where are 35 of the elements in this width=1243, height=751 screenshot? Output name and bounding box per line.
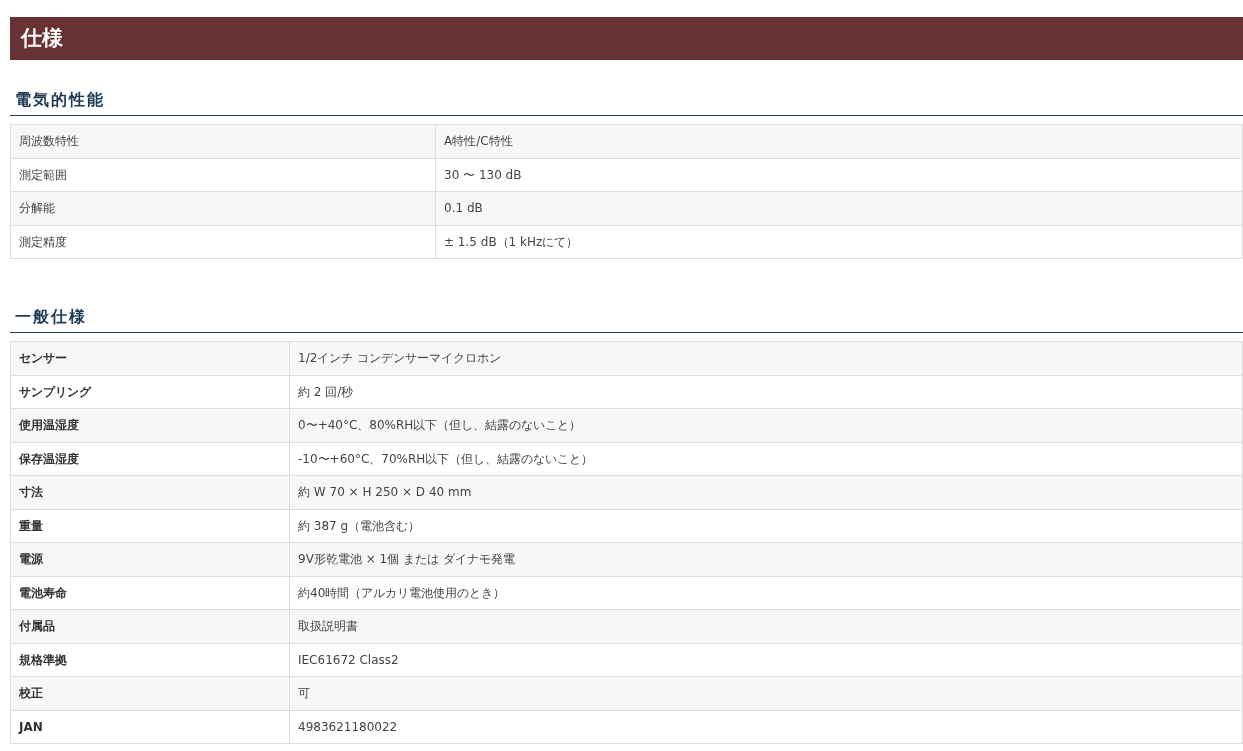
- spec-value: 4983621180022: [289, 710, 1243, 744]
- spec-value: 30 〜 130 dB: [435, 158, 1243, 192]
- spec-label: 規格準拠: [10, 643, 290, 677]
- spec-value: 約 W 70 × H 250 × D 40 mm: [289, 475, 1243, 509]
- spec-value: 可: [289, 676, 1243, 710]
- spec-value: 0.1 dB: [435, 191, 1243, 225]
- spec-label: 測定精度: [10, 225, 436, 259]
- spec-label: 保存温湿度: [10, 442, 290, 476]
- spec-value: A特性/C特性: [435, 124, 1243, 158]
- page-title: 仕様: [10, 17, 1243, 60]
- spec-label: 周波数特性: [10, 124, 436, 158]
- spec-label: 電源: [10, 542, 290, 576]
- spec-value: 約 2 回/秒: [289, 375, 1243, 409]
- spec-label: 付属品: [10, 609, 290, 643]
- spec-value: 1/2インチ コンデンサーマイクロホン: [289, 341, 1243, 375]
- spec-label: 寸法: [10, 475, 290, 509]
- spec-label: 重量: [10, 509, 290, 543]
- spec-label: サンプリング: [10, 375, 290, 409]
- spec-value: 取扱説明書: [289, 609, 1243, 643]
- spec-value: ± 1.5 dB（1 kHzにて）: [435, 225, 1243, 259]
- section-heading: 電気的性能: [10, 88, 1243, 116]
- spec-label: 校正: [10, 676, 290, 710]
- spec-value: -10〜+60°C、70%RH以下（但し、結露のないこと）: [289, 442, 1243, 476]
- spec-label: 使用温湿度: [10, 408, 290, 442]
- spec-label: センサー: [10, 341, 290, 375]
- spec-value: 0〜+40°C、80%RH以下（但し、結露のないこと）: [289, 408, 1243, 442]
- section-heading: 一般仕様: [10, 305, 1243, 333]
- spec-label: 分解能: [10, 191, 436, 225]
- spec-label: 測定範囲: [10, 158, 436, 192]
- spec-value: 約 387 g（電池含む）: [289, 509, 1243, 543]
- spec-value: IEC61672 Class2: [289, 643, 1243, 677]
- spec-label: 電池寿命: [10, 576, 290, 610]
- spec-value: 約40時間（アルカリ電池使用のとき）: [289, 576, 1243, 610]
- spec-value: 9V形乾電池 × 1個 または ダイナモ発電: [289, 542, 1243, 576]
- spec-label: JAN: [10, 710, 290, 744]
